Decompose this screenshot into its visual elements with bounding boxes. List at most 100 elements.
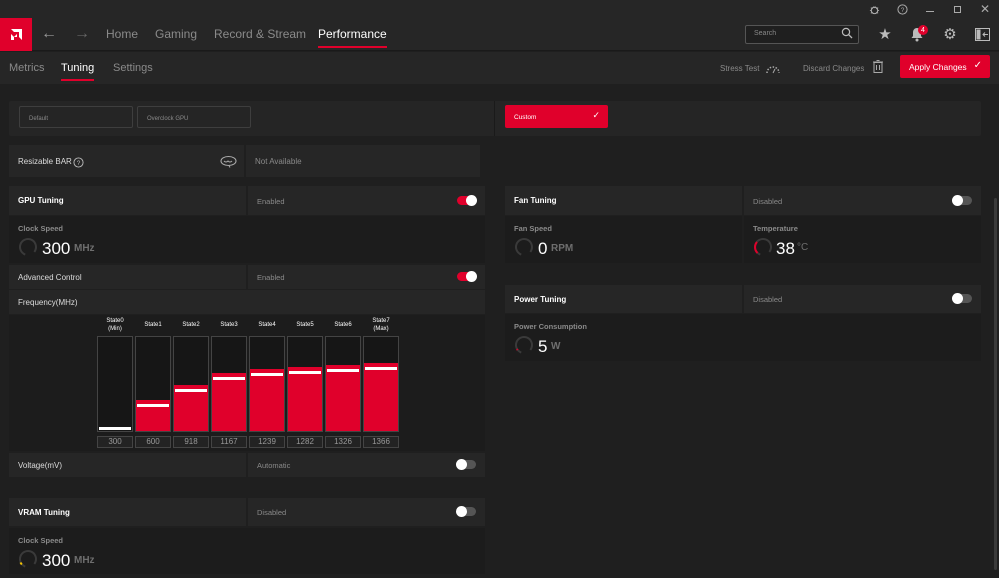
svg-text:?: ? bbox=[900, 6, 904, 13]
state-name: State6 bbox=[334, 322, 352, 328]
advanced-control-label: Advanced Control bbox=[18, 273, 82, 282]
main-nav: ← → Home Gaming Record & Stream Performa… bbox=[0, 18, 999, 51]
frequency-header bbox=[9, 290, 485, 314]
state-slider-track[interactable] bbox=[173, 336, 209, 432]
voltage-toggle[interactable] bbox=[456, 459, 476, 470]
close-icon[interactable]: ✕ bbox=[977, 2, 993, 16]
discard-changes-button[interactable]: Discard Changes bbox=[803, 64, 864, 73]
amd-logo-icon[interactable] bbox=[0, 18, 32, 51]
gpu-clock-speed-cell bbox=[9, 216, 485, 263]
state-qualifier: (Min) bbox=[108, 326, 122, 332]
back-arrow-icon[interactable]: ← bbox=[41, 25, 57, 43]
power-consumption-value: 5 bbox=[538, 337, 548, 356]
state-slider-thumb[interactable] bbox=[327, 369, 359, 372]
state-slider-thumb[interactable] bbox=[365, 367, 397, 370]
vram-tuning-status: Disabled bbox=[257, 508, 287, 517]
fan-tuning-status: Disabled bbox=[753, 197, 783, 206]
nav-tab-record-stream[interactable]: Record & Stream bbox=[214, 27, 306, 41]
bug-report-icon[interactable] bbox=[866, 2, 882, 16]
vram-clock-speed-cell bbox=[9, 528, 485, 574]
state-slider-fill bbox=[364, 363, 398, 431]
checkmark-icon: ✓ bbox=[592, 110, 600, 120]
state-slider-track[interactable] bbox=[287, 336, 323, 432]
state-slider-thumb[interactable] bbox=[213, 377, 245, 380]
preset-overclock-gpu-button[interactable]: Overclock GPU bbox=[137, 106, 251, 128]
fan-speed-label: Fan Speed bbox=[514, 224, 552, 233]
power-consumption-gauge-icon bbox=[515, 336, 533, 354]
power-tuning-toggle[interactable] bbox=[952, 293, 972, 304]
state-slider-track[interactable] bbox=[325, 336, 361, 432]
nav-tab-gaming[interactable]: Gaming bbox=[155, 27, 197, 41]
gpu-clock-gauge-icon bbox=[19, 238, 37, 256]
search-input[interactable]: Search bbox=[745, 25, 859, 44]
state-slider-track[interactable] bbox=[363, 336, 399, 432]
state-value-input[interactable]: 600 bbox=[135, 436, 171, 448]
panel-toggle-icon[interactable] bbox=[973, 25, 991, 43]
gpu-tuning-label: GPU Tuning bbox=[18, 196, 64, 205]
trash-icon[interactable] bbox=[873, 60, 883, 78]
gpu-tuning-toggle[interactable] bbox=[457, 195, 477, 206]
state-value-input[interactable]: 1167 bbox=[211, 436, 247, 448]
search-placeholder: Search bbox=[754, 30, 777, 37]
state-slider-track[interactable] bbox=[211, 336, 247, 432]
sub-tab-tuning[interactable]: Tuning bbox=[61, 62, 95, 81]
state-slider-thumb[interactable] bbox=[137, 404, 169, 407]
state-value-input[interactable]: 300 bbox=[97, 436, 133, 448]
state-name: State0 bbox=[106, 318, 124, 324]
state-value-input[interactable]: 918 bbox=[173, 436, 209, 448]
state-slider-thumb[interactable] bbox=[289, 371, 321, 374]
state-slider-thumb[interactable] bbox=[251, 373, 283, 376]
state-name: State3 bbox=[220, 322, 238, 328]
apply-changes-button[interactable]: Apply Changes ✓ bbox=[900, 55, 990, 78]
vram-clock-speed-unit: MHz bbox=[74, 555, 95, 566]
state-slider-track[interactable] bbox=[135, 336, 171, 432]
state-qualifier: (Max) bbox=[373, 326, 389, 332]
temperature-unit: °C bbox=[797, 242, 809, 253]
gpu-clock-speed-value: 300 bbox=[42, 239, 71, 258]
state-slider-fill bbox=[326, 365, 360, 431]
search-icon[interactable] bbox=[841, 27, 853, 42]
fan-tuning-toggle[interactable] bbox=[952, 195, 972, 206]
forward-arrow-icon[interactable]: → bbox=[74, 25, 90, 43]
state-value-input[interactable]: 1282 bbox=[287, 436, 323, 448]
fan-speed-gauge-icon bbox=[515, 238, 533, 256]
stress-test-gauge-icon[interactable] bbox=[765, 61, 781, 79]
advanced-control-status: Enabled bbox=[257, 273, 285, 282]
state-value-input[interactable]: 1239 bbox=[249, 436, 285, 448]
temperature-value: 38 bbox=[776, 239, 795, 258]
voltage-status: Automatic bbox=[257, 461, 291, 470]
minimize-icon[interactable] bbox=[922, 2, 938, 16]
state-value-input[interactable]: 1326 bbox=[325, 436, 361, 448]
nav-tab-performance[interactable]: Performance bbox=[318, 27, 387, 48]
vertical-scrollbar[interactable] bbox=[994, 198, 997, 570]
vram-clock-gauge-icon bbox=[19, 550, 37, 568]
vram-clock-speed-value: 300 bbox=[42, 551, 71, 570]
state-value-input[interactable]: 1366 bbox=[363, 436, 399, 448]
temperature-gauge-icon bbox=[754, 238, 772, 256]
help-icon[interactable]: ? bbox=[894, 2, 910, 16]
gpu-clock-speed-label: Clock Speed bbox=[18, 224, 64, 233]
fan-speed-value: 0 bbox=[538, 239, 548, 258]
power-consumption-label: Power Consumption bbox=[514, 322, 587, 331]
state-slider-track[interactable] bbox=[97, 336, 133, 432]
advanced-control-toggle[interactable] bbox=[457, 271, 477, 282]
stress-test-button[interactable]: Stress Test bbox=[720, 64, 759, 73]
sub-tab-settings[interactable]: Settings bbox=[113, 62, 153, 74]
nav-tab-home[interactable]: Home bbox=[106, 27, 138, 41]
state-name: State7 bbox=[372, 318, 390, 324]
state-slider-thumb[interactable] bbox=[175, 389, 207, 392]
settings-gear-icon[interactable]: ⚙ bbox=[941, 25, 959, 43]
favorites-star-icon[interactable]: ★ bbox=[876, 25, 894, 43]
vram-clock-speed-label: Clock Speed bbox=[18, 536, 64, 545]
resizable-bar-status: Not Available bbox=[255, 157, 302, 166]
preset-custom-button[interactable]: Custom ✓ bbox=[505, 105, 608, 128]
state-name: State1 bbox=[144, 322, 162, 328]
state-slider-track[interactable] bbox=[249, 336, 285, 432]
state-slider-thumb[interactable] bbox=[99, 427, 131, 430]
svg-text:?: ? bbox=[77, 160, 81, 167]
preset-default-button[interactable]: Default bbox=[19, 106, 133, 128]
vram-tuning-toggle[interactable] bbox=[456, 506, 476, 517]
sub-tab-metrics[interactable]: Metrics bbox=[9, 62, 44, 74]
help-icon[interactable]: ? bbox=[73, 155, 84, 173]
maximize-icon[interactable] bbox=[949, 2, 965, 16]
